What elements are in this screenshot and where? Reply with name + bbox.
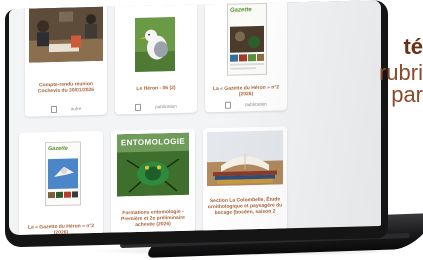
document-card[interactable]: Le Héron - 06 (2) publication — [115, 0, 197, 115]
document-card[interactable]: Section La Colombelle, Étude ornithologi… — [203, 126, 287, 233]
document-card[interactable]: ENTOMOLOGIE Formations entomologie - Pre… — [111, 128, 195, 235]
document-card[interactable]: Gazette La « Gazette du Héron » n°2 (202… — [205, 0, 287, 113]
laptop-mockup: Compte-rendu réunion Cochevis du 30/01/2… — [0, 0, 423, 260]
card-title[interactable]: La « Gazette du Héron » n°2 (2026) — [209, 84, 283, 98]
card-meta: publication — [115, 102, 197, 112]
side-subheading-text: par — [391, 82, 423, 107]
entomology-title-text: ENTOMOLOGIE — [120, 136, 186, 148]
card-title[interactable]: Formations entomologie - Première et 2e … — [115, 209, 191, 229]
card-type-label: publication — [155, 103, 177, 110]
side-subheading-text: rubri — [378, 60, 423, 85]
gazette-cover-thumbnail: Gazette — [45, 141, 81, 207]
books-photo-thumbnail — [207, 130, 283, 187]
meeting-photo-thumbnail — [29, 4, 103, 63]
gazette-logo-text: Gazette — [48, 145, 68, 153]
file-icon — [50, 105, 57, 114]
laptop-screen: Compte-rendu réunion Cochevis du 30/01/2… — [9, 0, 381, 236]
card-meta: publication — [205, 100, 287, 109]
card-type-label: publication — [245, 101, 267, 108]
gazette-cover-thumbnail: Gazette — [227, 2, 267, 76]
side-heading-text: té — [403, 34, 423, 59]
card-title[interactable]: Compte-rendu réunion Cochevis du 30/01/2… — [29, 81, 103, 95]
gazette-logo-text: Gazette — [230, 7, 252, 14]
card-type-label: autre — [70, 106, 82, 112]
card-meta: autre — [25, 105, 107, 114]
seagull-photo-thumbnail — [135, 17, 175, 73]
file-icon — [135, 103, 142, 112]
card-title[interactable]: Section La Colombelle, Étude ornithologi… — [207, 196, 283, 216]
document-card[interactable]: Gazette La « Gazette du Héron » n°2 (202… — [19, 130, 103, 236]
card-title[interactable]: Le Héron - 06 (2) — [119, 85, 193, 93]
entomology-cover-thumbnail: ENTOMOLOGIE — [117, 132, 189, 197]
file-icon — [225, 101, 232, 109]
document-card[interactable]: Compte-rendu réunion Cochevis du 30/01/2… — [25, 0, 107, 117]
